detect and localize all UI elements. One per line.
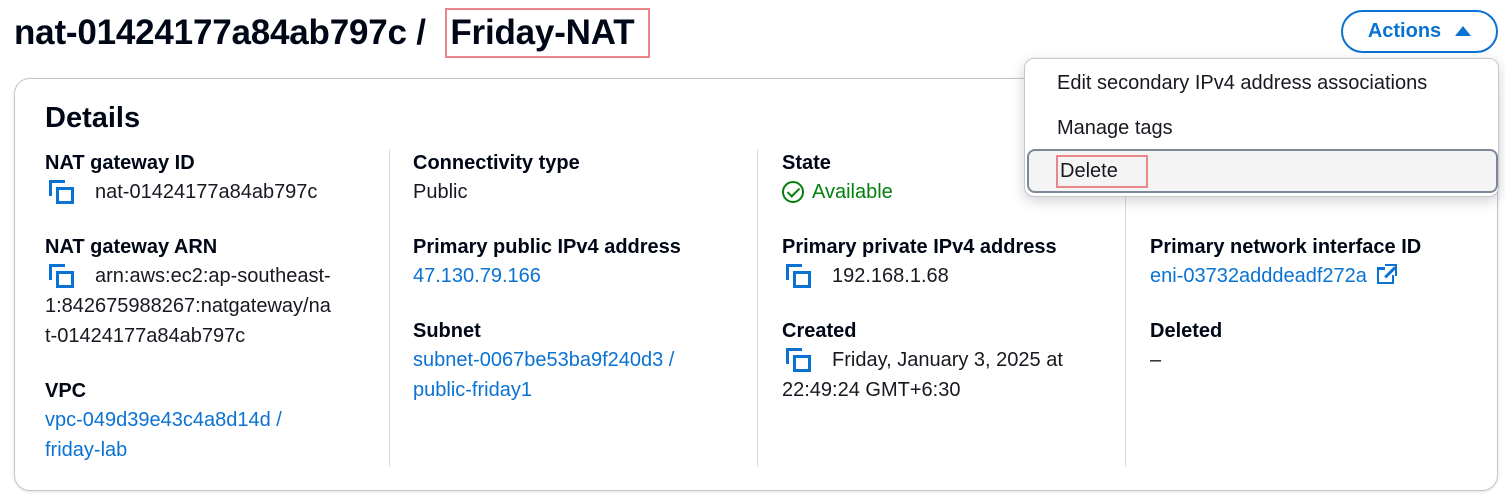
actions-button[interactable]: Actions (1341, 10, 1498, 53)
copy-icon[interactable] (786, 264, 812, 288)
vpc-label: VPC (45, 380, 87, 402)
subnet-link-line-2[interactable]: public-friday1 (413, 375, 758, 405)
nat-gateway-arn-label: NAT gateway ARN (45, 236, 218, 258)
check-circle-icon (782, 181, 804, 203)
created-label: Created (782, 320, 857, 342)
nat-gateway-arn-value-line-3: t-01424177a84ab797c (45, 325, 246, 347)
nat-gateway-arn-value-line-2: 1:842675988267:natgateway/na (45, 295, 331, 317)
connectivity-type-field: Connectivity type Public (413, 149, 758, 207)
actions-button-label: Actions (1367, 20, 1442, 42)
caret-up-icon (1455, 25, 1472, 36)
primary-private-ipv4-value: 192.168.1.68 (832, 265, 949, 287)
vpc-link-line-2[interactable]: friday-lab (45, 435, 390, 465)
primary-private-ipv4-label: Primary private IPv4 address (782, 236, 1057, 258)
deleted-field: Deleted – (1150, 317, 1495, 375)
primary-public-ipv4-label: Primary public IPv4 address (413, 236, 681, 258)
subnet-link-line-1[interactable]: subnet-0067be53ba9f240d3 / (413, 345, 758, 375)
menu-item-edit-secondary-ipv4[interactable]: Edit secondary IPv4 address associations (1025, 61, 1498, 105)
created-value-line-2: 22:49:24 GMT+6:30 (782, 379, 961, 401)
nat-gateway-id-title: nat-01424177a84ab797c / (14, 13, 436, 52)
state-value: Available (812, 181, 893, 203)
vpc-link-line-1[interactable]: vpc-049d39e43c4a8d14d / (45, 405, 390, 435)
copy-icon[interactable] (49, 264, 75, 288)
nat-gateway-arn-field: NAT gateway ARN arn:aws:ec2:ap-southeast… (45, 233, 390, 351)
copy-icon[interactable] (49, 180, 75, 204)
menu-item-delete[interactable]: Delete (1027, 149, 1498, 193)
primary-private-ipv4-field: Primary private IPv4 address 192.168.1.6… (782, 233, 1127, 291)
vpc-field: VPC vpc-049d39e43c4a8d14d / friday-lab (45, 377, 390, 465)
primary-public-ipv4-field: Primary public IPv4 address 47.130.79.16… (413, 233, 758, 291)
connectivity-type-value: Public (413, 181, 468, 203)
nat-gateway-arn-value-line-1: arn:aws:ec2:ap-southeast- (95, 265, 331, 287)
menu-item-label: Manage tags (1057, 116, 1173, 139)
menu-item-manage-tags[interactable]: Manage tags (1025, 106, 1498, 150)
details-column-2: Connectivity type Public Primary public … (413, 149, 758, 467)
subnet-field: Subnet subnet-0067be53ba9f240d3 / public… (413, 317, 758, 405)
primary-public-ipv4-link[interactable]: 47.130.79.166 (413, 261, 758, 291)
deleted-label: Deleted (1150, 320, 1223, 342)
copy-icon[interactable] (786, 348, 812, 372)
created-value-line-1: Friday, January 3, 2025 at (832, 349, 1063, 371)
nat-gateway-id-value: nat-01424177a84ab797c (95, 181, 318, 203)
menu-item-label: Edit secondary IPv4 address associations (1057, 71, 1428, 94)
deleted-value: – (1150, 349, 1162, 371)
created-field: Created Friday, January 3, 2025 at 22:49… (782, 317, 1127, 405)
primary-network-interface-field: Primary network interface ID eni-03732ad… (1150, 233, 1495, 291)
primary-network-interface-link[interactable]: eni-03732adddeadf272a (1150, 261, 1495, 291)
column-divider (389, 149, 390, 467)
column-divider (757, 149, 758, 467)
connectivity-type-label: Connectivity type (413, 152, 580, 174)
primary-network-interface-label: Primary network interface ID (1150, 236, 1422, 258)
nat-gateway-name-title: Friday-NAT (445, 8, 651, 58)
actions-dropdown-menu: Edit secondary IPv4 address associations… (1024, 58, 1499, 197)
nat-gateway-id-field: NAT gateway ID nat-01424177a84ab797c (45, 149, 390, 207)
details-heading: Details (45, 102, 141, 134)
primary-network-interface-value: eni-03732adddeadf272a (1150, 265, 1367, 287)
menu-item-label: Delete (1056, 154, 1148, 188)
nat-gateway-id-label: NAT gateway ID (45, 152, 195, 174)
external-link-icon (1376, 264, 1397, 284)
page-title: nat-01424177a84ab797c / Friday-NAT (14, 8, 651, 58)
details-column-1: NAT gateway ID nat-01424177a84ab797c NAT… (45, 149, 390, 467)
subnet-label: Subnet (413, 320, 481, 342)
